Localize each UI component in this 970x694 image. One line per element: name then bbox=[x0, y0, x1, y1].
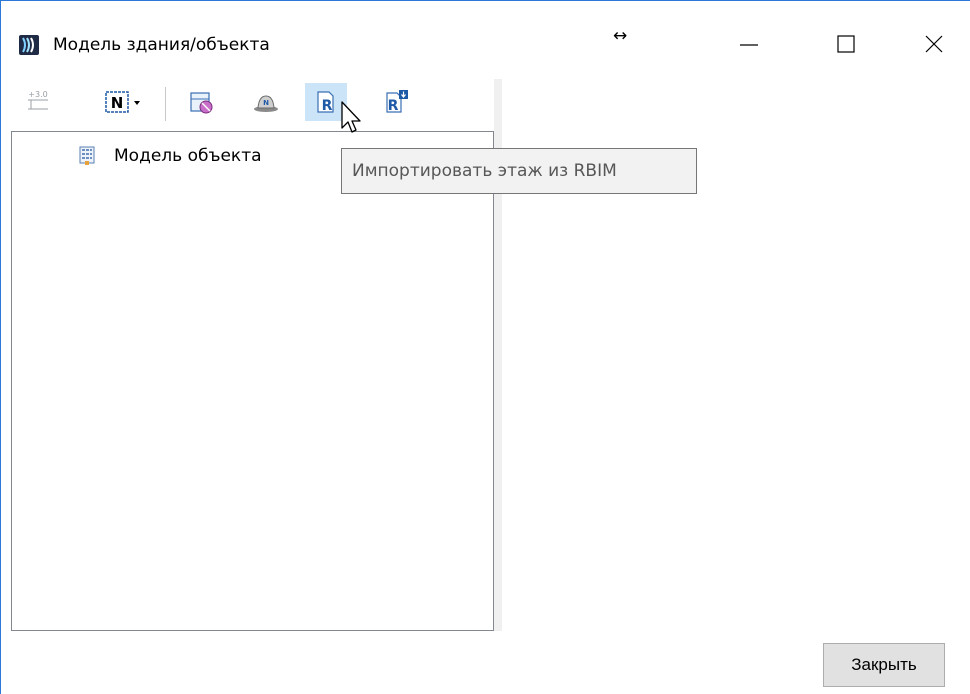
toolbar-separator bbox=[165, 87, 166, 121]
tree-item-object-model[interactable]: Модель объекта bbox=[78, 145, 262, 167]
app-logo-icon bbox=[19, 35, 39, 55]
close-icon bbox=[925, 35, 943, 53]
export-button[interactable]: N bbox=[249, 83, 283, 121]
svg-text:N: N bbox=[111, 94, 124, 112]
elevation-level-button[interactable]: +3.0 bbox=[21, 83, 55, 121]
import-rbim-button[interactable]: R bbox=[379, 83, 413, 121]
maximize-button[interactable] bbox=[823, 23, 869, 67]
north-n-icon: N bbox=[105, 91, 129, 113]
svg-text:R: R bbox=[322, 98, 333, 114]
svg-text:+3.0: +3.0 bbox=[28, 90, 47, 99]
svg-text:R: R bbox=[388, 98, 399, 114]
delete-floor-button[interactable] bbox=[184, 83, 218, 121]
hat-icon: N bbox=[254, 95, 278, 112]
toolbar: +3.0 N N R R bbox=[1, 79, 501, 129]
tooltip: Импортировать этаж из RBIM bbox=[341, 148, 697, 194]
model-tree[interactable]: Модель объекта bbox=[11, 131, 494, 631]
close-window-button[interactable] bbox=[911, 23, 957, 67]
minimize-button[interactable] bbox=[726, 23, 772, 67]
svg-text:N: N bbox=[263, 99, 269, 107]
level-mark-icon: +3.0 bbox=[28, 90, 48, 110]
title-bar[interactable]: Модель здания/объекта ↔ bbox=[1, 1, 970, 79]
minimize-icon bbox=[740, 44, 758, 46]
close-button[interactable]: Закрыть bbox=[823, 643, 945, 687]
model-window: Модель здания/объекта ↔ +3.0 N N R R Мод… bbox=[0, 0, 970, 694]
resize-arrow-icon: ↔ bbox=[613, 26, 628, 46]
north-button[interactable]: N bbox=[93, 83, 151, 121]
mouse-cursor-icon bbox=[341, 101, 361, 133]
building-icon bbox=[79, 146, 95, 165]
import-r-icon: R bbox=[317, 91, 334, 114]
tree-item-label: Модель объекта bbox=[114, 146, 262, 166]
maximize-icon bbox=[837, 35, 855, 53]
chevron-down-icon bbox=[134, 101, 140, 105]
window-title: Модель здания/объекта bbox=[53, 35, 270, 55]
import-r-down-icon: R bbox=[386, 90, 408, 114]
floor-remove-icon bbox=[190, 92, 213, 114]
